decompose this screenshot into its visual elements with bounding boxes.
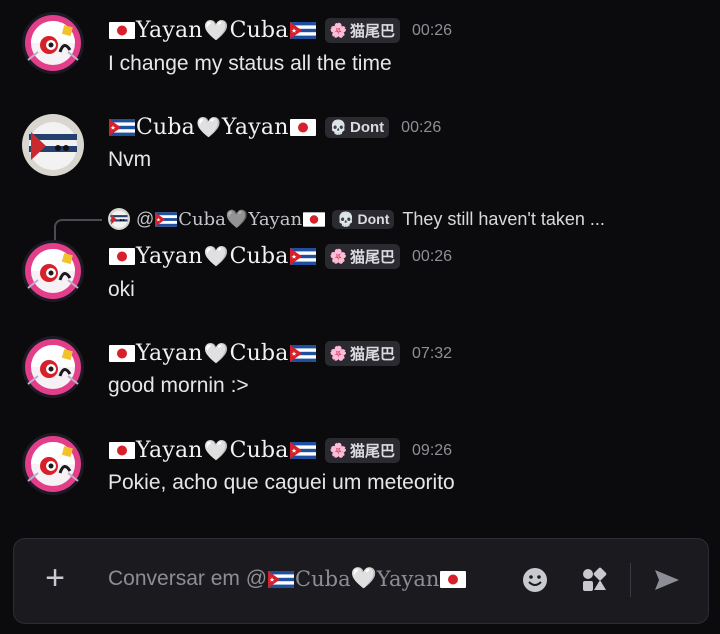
message-header: Yayan 🤍 Cuba 🌸 猫尾巴 09:26 (108, 438, 452, 463)
message-text: oki (108, 278, 135, 301)
message-composer: + Conversar em @ Cuba 🤍 Yayan (13, 538, 709, 624)
send-icon[interactable] (652, 565, 682, 595)
username[interactable]: Cuba (136, 115, 195, 140)
flower-icon: 🌸 (329, 22, 348, 38)
username-part2[interactable]: Cuba (230, 438, 289, 463)
username-part2[interactable]: Cuba (230, 244, 289, 269)
user-tag[interactable]: 🌸 猫尾巴 (324, 341, 401, 366)
message-input[interactable]: Conversar em @ Cuba 🤍 Yayan (108, 567, 467, 591)
heart-emoji: 🤍 (350, 567, 377, 590)
tag-label: 猫尾巴 (350, 443, 396, 460)
heart-emoji: 🤍 (196, 117, 221, 139)
avatar[interactable] (22, 12, 84, 74)
user-tag[interactable]: 🌸 猫尾巴 (324, 244, 401, 269)
message-header: Cuba 🤍 Yayan 💀 Dont 00:26 (108, 115, 441, 140)
username[interactable]: Yayan (136, 244, 203, 269)
flower-icon: 🌸 (329, 345, 348, 361)
username-part2[interactable]: Cuba (230, 341, 289, 366)
placeholder-text: Conversar em @ (108, 567, 268, 590)
timestamp: 00:26 (401, 118, 442, 136)
reply-username: Cuba (178, 208, 226, 230)
tag-label: 猫尾巴 (350, 346, 396, 363)
skull-icon: 💀 (329, 119, 348, 135)
message-text: Nvm (108, 148, 152, 171)
message-header: Yayan 🤍 Cuba 🌸 猫尾巴 00:26 (108, 18, 452, 43)
apps-icon[interactable] (579, 565, 609, 595)
tag-label: 猫尾巴 (350, 23, 396, 40)
message-header: Yayan 🤍 Cuba 🌸 猫尾巴 00:26 (108, 244, 452, 269)
tag-label: Dont (350, 119, 385, 136)
flower-icon: 🌸 (329, 248, 348, 264)
cuba-flag-icon (155, 212, 177, 227)
cuba-flag-icon (268, 571, 294, 588)
avatar[interactable] (22, 336, 84, 398)
message-header: Yayan 🤍 Cuba 🌸 猫尾巴 07:32 (108, 341, 452, 366)
timestamp: 07:32 (412, 344, 453, 362)
timestamp: 00:26 (412, 21, 453, 39)
heart-emoji: 🤍 (203, 246, 229, 268)
timestamp: 00:26 (412, 247, 453, 265)
placeholder-username: Cuba (295, 567, 351, 591)
avatar[interactable] (22, 240, 84, 302)
japan-flag-icon (109, 248, 135, 265)
heart-emoji: 🩶 (225, 208, 249, 229)
avatar[interactable] (22, 433, 84, 495)
plus-icon[interactable]: + (40, 561, 70, 595)
cuba-flag-icon (290, 248, 316, 265)
message-text: I change my status all the time (108, 52, 392, 75)
heart-emoji: 🤍 (203, 440, 229, 462)
username[interactable]: Yayan (136, 438, 203, 463)
user-tag[interactable]: 🌸 猫尾巴 (324, 438, 401, 463)
reply-preview[interactable]: @ Cuba 🩶 Yayan 💀 Dont They still haven't … (108, 208, 605, 230)
reply-username-part2: Yayan (248, 208, 303, 230)
placeholder-username-part2: Yayan (376, 567, 440, 591)
japan-flag-icon (109, 345, 135, 362)
username[interactable]: Yayan (136, 341, 203, 366)
cuba-flag-icon (290, 442, 316, 459)
emoji-icon[interactable] (520, 565, 550, 595)
reply-avatar (108, 208, 130, 230)
cuba-flag-icon (109, 119, 135, 136)
username-part2[interactable]: Yayan (222, 115, 289, 140)
heart-emoji: 🤍 (203, 20, 229, 42)
message-text: Pokie, acho que caguei um meteorito (108, 471, 455, 494)
skull-icon: 💀 (337, 210, 355, 227)
heart-emoji: 🤍 (203, 343, 229, 365)
avatar[interactable] (22, 114, 84, 176)
japan-flag-icon (303, 212, 325, 227)
user-tag: 💀 Dont (332, 209, 395, 229)
user-tag[interactable]: 🌸 猫尾巴 (324, 18, 401, 43)
mention-symbol: @ (136, 208, 155, 229)
divider (630, 563, 631, 597)
message-text: good mornin :> (108, 374, 249, 397)
flower-icon: 🌸 (329, 442, 348, 458)
timestamp: 09:26 (412, 441, 453, 459)
username-part2[interactable]: Cuba (230, 18, 289, 43)
japan-flag-icon (440, 571, 466, 588)
japan-flag-icon (109, 442, 135, 459)
cuba-flag-icon (290, 22, 316, 39)
cuba-flag-icon (290, 345, 316, 362)
japan-flag-icon (109, 22, 135, 39)
username[interactable]: Yayan (136, 18, 203, 43)
reply-connector (54, 219, 102, 243)
user-tag[interactable]: 💀 Dont (324, 117, 390, 138)
tag-label: Dont (357, 211, 390, 227)
reply-text: They still haven't taken ... (402, 208, 605, 229)
japan-flag-icon (290, 119, 316, 136)
tag-label: 猫尾巴 (350, 249, 396, 266)
